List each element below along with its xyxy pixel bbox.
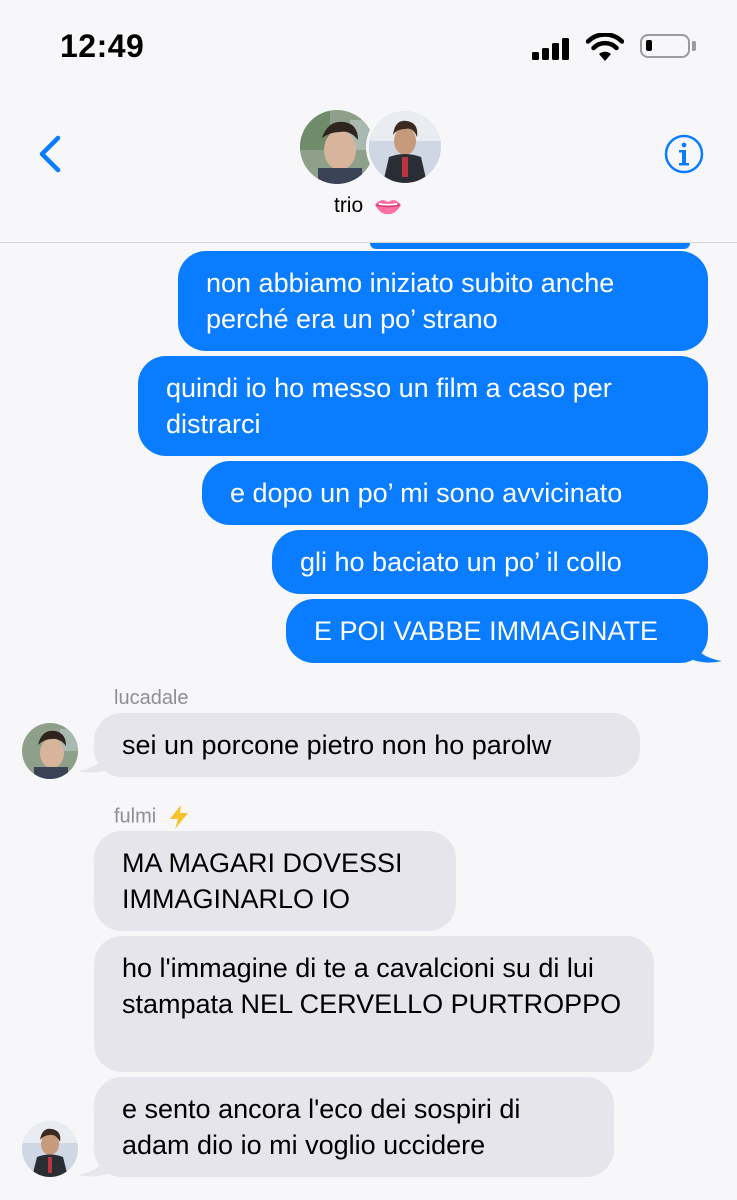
message-bubble-outgoing[interactable]: quindi io ho messo un film a caso per di… <box>138 356 708 456</box>
message-bubble-outgoing[interactable]: non abbiamo iniziato subito anche perché… <box>178 251 708 351</box>
avatar-fulmi <box>366 108 444 186</box>
sender-name: lucadale <box>114 687 189 709</box>
previous-message-edge <box>370 243 690 249</box>
message-thread[interactable]: non abbiamo iniziato subito anche perché… <box>0 243 737 1200</box>
message-bubble-incoming[interactable]: MA MAGARI DOVESSI IMMAGINARLO IO <box>94 831 456 931</box>
status-time: 12:49 <box>60 28 145 64</box>
avatar-lucadale <box>300 110 374 184</box>
status-bar: 12:49 <box>0 0 737 96</box>
sender-name-row: fulmi <box>114 805 190 829</box>
group-avatar[interactable] <box>300 104 444 186</box>
wifi-icon <box>586 33 624 61</box>
avatar-lucadale[interactable] <box>22 723 78 779</box>
chevron-left-icon[interactable] <box>32 134 72 174</box>
info-icon[interactable] <box>664 134 704 174</box>
battery-cap <box>692 41 696 51</box>
lips-icon <box>375 200 402 215</box>
group-name-row[interactable]: trio <box>0 194 737 218</box>
message-bubble-incoming[interactable]: sei un porcone pietro non ho parolw <box>94 713 640 777</box>
message-bubble-incoming[interactable]: e sento ancora l'eco dei sospiri di adam… <box>94 1077 614 1177</box>
message-bubble-incoming[interactable]: ho l'immagine di te a cavalcioni su di l… <box>94 936 654 1072</box>
group-name: trio <box>333 194 364 217</box>
conversation-header: trio <box>0 96 737 243</box>
lightning-icon <box>169 805 188 829</box>
bubble-tail-outgoing <box>690 637 722 663</box>
message-bubble-outgoing[interactable]: E POI VABBE IMMAGINATE <box>286 599 708 663</box>
sender-name: fulmi <box>114 805 157 828</box>
avatar-fulmi[interactable] <box>22 1121 78 1177</box>
message-bubble-outgoing[interactable]: gli ho baciato un po’ il collo <box>272 530 708 594</box>
message-bubble-outgoing[interactable]: e dopo un po’ mi sono avvicinato <box>202 461 708 525</box>
cellular-signal-icon <box>532 36 572 60</box>
battery-icon <box>640 34 690 58</box>
